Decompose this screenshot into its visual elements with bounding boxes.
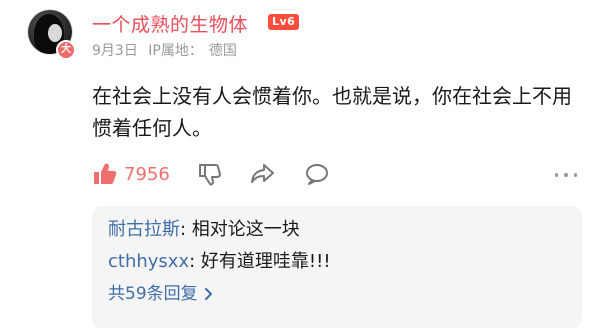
post-date: 9月3日 xyxy=(92,43,138,59)
action-bar: 7956 xyxy=(92,160,358,188)
more-icon[interactable] xyxy=(552,166,580,184)
share-button[interactable] xyxy=(250,162,276,186)
thumbs-down-icon xyxy=(198,164,221,186)
reply-item[interactable]: cthhysxx: 好有道理哇靠!!! xyxy=(108,246,566,278)
avatar-face xyxy=(48,24,62,42)
ip-label: IP属地： 德国 xyxy=(148,43,243,59)
reply-preview[interactable]: 耐古拉斯: 相对论这一块 cthhysxx: 好有道理哇靠!!! 共59条回复 xyxy=(92,206,582,328)
post-content: 在社会上没有人会惯着你。也就是说，你在社会上不用惯着任何人。 xyxy=(92,84,572,140)
reply-separator: : xyxy=(180,219,192,240)
like-button[interactable]: 7956 xyxy=(92,162,170,186)
more-dot xyxy=(573,173,577,177)
level-badge: Lv6 xyxy=(268,14,300,30)
reply-text: 好有道理哇靠!!! xyxy=(200,251,331,272)
reply-item[interactable]: 耐古拉斯: 相对论这一块 xyxy=(108,214,566,246)
post-card: 大 一个成熟的生物体 Lv6 9月3日 IP属地： 德国 在社会上没有人会惯着你。… xyxy=(0,0,600,336)
avatar-badge: 大 xyxy=(56,40,76,60)
dislike-button[interactable] xyxy=(198,162,222,186)
more-dot xyxy=(555,173,559,177)
reply-author[interactable]: cthhysxx xyxy=(108,251,189,272)
view-all-replies-link[interactable]: 共59条回复 xyxy=(108,280,566,308)
more-dot xyxy=(564,173,568,177)
chevron-right-icon xyxy=(204,288,212,300)
share-icon xyxy=(250,164,274,183)
reply-count-label: 共59条回复 xyxy=(108,284,198,304)
ip-label-text: IP属地： xyxy=(148,43,203,59)
username[interactable]: 一个成熟的生物体 xyxy=(92,10,248,37)
post-meta: 9月3日 IP属地： 德国 xyxy=(92,40,249,60)
comment-button[interactable] xyxy=(304,162,330,186)
ip-location: 德国 xyxy=(208,43,237,59)
reply-separator: : xyxy=(189,251,201,272)
reply-author[interactable]: 耐古拉斯 xyxy=(108,219,180,240)
reply-text: 相对论这一块 xyxy=(191,219,300,240)
thumbs-up-icon xyxy=(94,163,117,184)
like-count: 7956 xyxy=(124,163,170,185)
comment-icon xyxy=(305,164,328,185)
